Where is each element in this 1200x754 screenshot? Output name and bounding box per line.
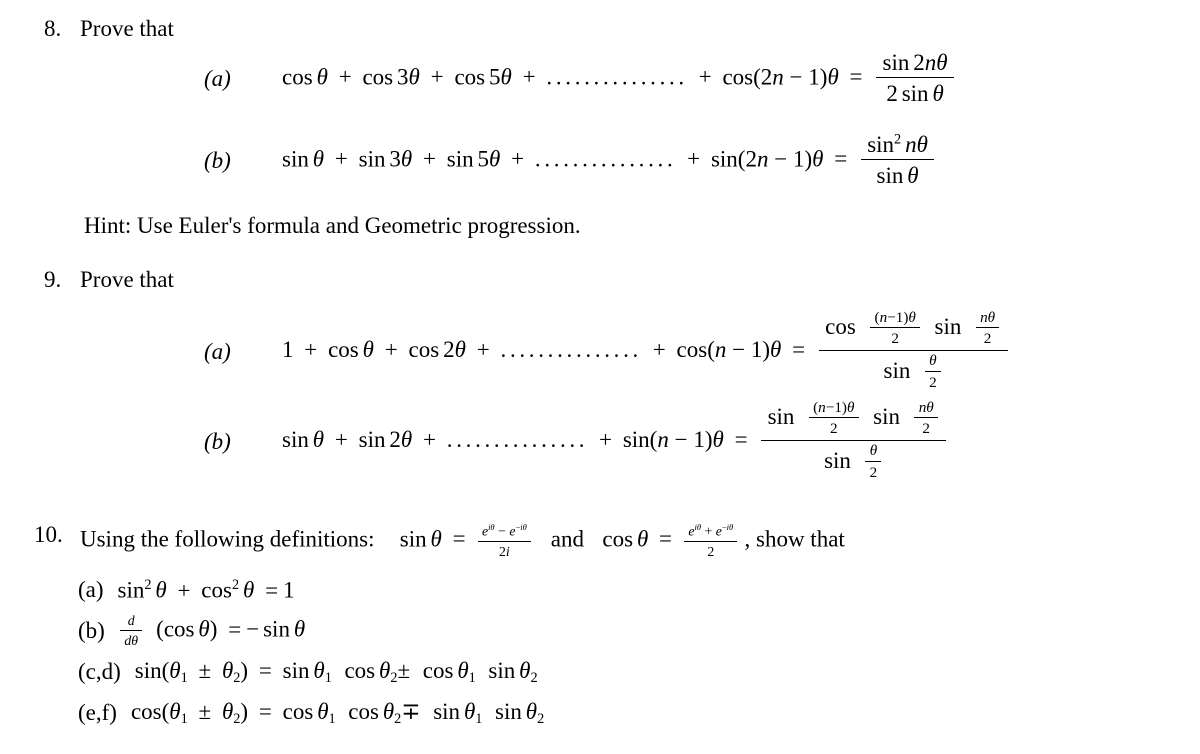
- problem-10-item-a: (a) sin2 θ + cos2 θ = 1: [78, 577, 295, 603]
- fraction-9a-num-arg1: (n−1)θ 2: [870, 309, 921, 349]
- problem-8-part-a: (a) cos θ + cos 3θ + cos 5θ + .............…: [204, 50, 957, 108]
- fraction-9b-num-arg2: nθ 2: [914, 399, 938, 439]
- fraction-9b-den-arg: θ 2: [865, 442, 882, 482]
- problem-9-number: 9.: [44, 267, 62, 292]
- problem-9-part-b: (b) sin θ + sin 2θ + ............... + sin…: [204, 399, 949, 484]
- fraction-derivative-operator: d dθ: [120, 613, 142, 650]
- equation-10ef: cos(θ1 ± θ2) = cos θ1 cos θ2∓ sin θ1 sin θ2: [130, 699, 545, 727]
- item-label-10cd: (c,d): [78, 659, 121, 685]
- ellipsis-9a: ...............: [500, 337, 642, 363]
- fraction-9a-den-arg: θ 2: [924, 352, 941, 392]
- fraction-9b-num-arg1: (n−1)θ 2: [808, 399, 859, 439]
- problem-8-hint: Hint: Use Euler's formula and Geometric …: [84, 213, 581, 238]
- problem-8-stem: Prove that: [80, 16, 174, 41]
- problem-10-stem: Using the following definitions: sin θ = …: [80, 521, 845, 560]
- problem-10-item-cd: (c,d) sin(θ1 ± θ2) = sin θ1 cos θ2± cos θ1 …: [78, 659, 538, 685]
- equation-10a: sin2 θ + cos2 θ = 1: [117, 577, 295, 603]
- part-label-8b: (b): [204, 148, 231, 174]
- part-label-9a: (a): [204, 338, 231, 364]
- fraction-9b-rhs: sin (n−1)θ 2 sin nθ 2 sin θ 2: [761, 399, 947, 483]
- equation-8a: cos θ + cos 3θ + cos 5θ + ............... +…: [282, 50, 957, 108]
- problem-10-stem-lead: Using the following definitions:: [80, 526, 375, 552]
- fraction-sin-definition: eiθ − e−iθ 2i: [478, 522, 531, 560]
- item-label-10ef: (e,f): [78, 700, 117, 726]
- problem-8-part-b: (b) sin θ + sin 3θ + sin 5θ + .............…: [204, 131, 937, 190]
- problem-10-stem-tail: , show that: [744, 526, 845, 552]
- part-label-8a: (a): [204, 66, 231, 92]
- ellipsis-9b: ...............: [446, 427, 589, 453]
- equation-8b: sin θ + sin 3θ + sin 5θ + ............... +…: [282, 131, 937, 190]
- problem-9-heading: 9. Prove that: [44, 267, 174, 293]
- document-page: 8. Prove that (a) cos θ + cos 3θ + cos 5θ +…: [0, 0, 1200, 754]
- equation-10b: d dθ (cos θ) = − sin θ: [119, 613, 305, 650]
- problem-8-heading: 8. Prove that: [44, 16, 174, 42]
- problem-8-number: 8.: [44, 16, 62, 41]
- problem-10-item-b: (b) d dθ (cos θ) = − sin θ: [78, 613, 305, 650]
- ellipsis-8b: ...............: [534, 146, 677, 172]
- ellipsis-8a: ...............: [546, 64, 688, 90]
- equation-9a: 1 + cos θ + cos 2θ + ............... + cos…: [282, 309, 1010, 394]
- problem-10-number: 10.: [34, 522, 63, 547]
- equation-9b: sin θ + sin 2θ + ............... + sin(n −…: [282, 399, 949, 484]
- problem-10-item-ef: (e,f) cos(θ1 ± θ2) = cos θ1 cos θ2∓ sin θ1 …: [78, 700, 544, 726]
- item-label-10b: (b): [78, 618, 105, 644]
- fraction-9a-rhs: cos (n−1)θ 2 sin nθ 2 sin θ 2: [818, 309, 1008, 393]
- fraction-8a-rhs: sin 2nθ 2 sin θ: [876, 49, 955, 107]
- problem-9-stem: Prove that: [80, 267, 174, 292]
- equation-10cd: sin(θ1 ± θ2) = sin θ1 cos θ2± cos θ1 sin θ2: [134, 658, 538, 686]
- fraction-8b-rhs: sin2 nθ sin θ: [860, 131, 935, 189]
- fraction-9a-num-arg2: nθ 2: [975, 309, 1000, 349]
- problem-9-part-a: (a) 1 + cos θ + cos 2θ + ............... +…: [204, 309, 1010, 394]
- item-label-10a: (a): [78, 577, 104, 602]
- fraction-cos-definition: eiθ + e−iθ 2: [684, 522, 738, 560]
- definition-conjunction: and: [550, 526, 584, 552]
- problem-10-heading: 10. Using the following definitions: sin…: [34, 522, 845, 560]
- part-label-9b: (b): [204, 428, 231, 454]
